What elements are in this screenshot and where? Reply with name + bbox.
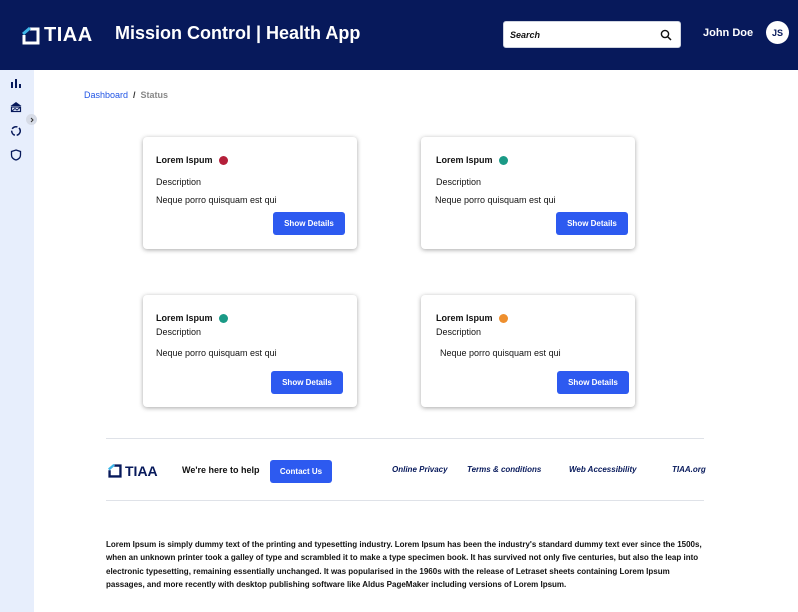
app-title: Mission Control | Health App [115, 23, 361, 43]
show-details-button[interactable]: Show Details [557, 371, 629, 394]
top-header: TIAA Mission Control | Health App John D… [0, 0, 798, 70]
card-description: Description [436, 327, 482, 337]
status-dot-icon [218, 155, 228, 165]
avatar[interactable]: JS [766, 21, 789, 44]
card-body: Neque porro quisquam est qui [156, 348, 277, 358]
status-dot-icon [218, 313, 228, 323]
status-dot-icon [498, 313, 508, 323]
footer-link-terms[interactable]: Terms & conditions [467, 465, 541, 474]
card-title-text: Lorem Ispum [156, 313, 213, 323]
card-title: Lorem Ispum [436, 313, 508, 323]
card-title: Lorem Ispum [156, 155, 228, 165]
chevron-right-icon [30, 117, 34, 122]
status-card: Lorem Ispum Description Neque porro quis… [143, 295, 357, 407]
tiaa-logo-icon [108, 464, 122, 478]
card-description: Description [156, 177, 202, 187]
show-details-button[interactable]: Show Details [271, 371, 343, 394]
footer-logo-text: TIAA [125, 463, 158, 479]
footer-paragraph: Lorem Ipsum is simply dummy text of the … [106, 540, 702, 589]
breadcrumb: Dashboard / Status [84, 90, 168, 100]
user-name[interactable]: John Doe [703, 27, 753, 39]
logo-text: TIAA [44, 24, 93, 46]
tiaa-logo[interactable]: TIAA [22, 24, 93, 47]
search-input[interactable] [504, 22, 654, 47]
status-card: Lorem Ispum Description Neque porro quis… [421, 295, 635, 407]
status-dot-icon [498, 155, 508, 165]
footer-link-web-accessibility[interactable]: Web Accessibility [569, 465, 637, 474]
shield-icon[interactable] [10, 149, 22, 161]
breadcrumb-dashboard[interactable]: Dashboard [84, 90, 128, 100]
card-title-text: Lorem Ispum [436, 313, 493, 323]
card-body: Neque porro quisquam est qui [440, 348, 561, 358]
footer-divider-bottom [106, 500, 704, 501]
card-title-text: Lorem Ispum [156, 155, 213, 165]
show-details-button[interactable]: Show Details [556, 212, 628, 235]
sidebar-collapse-button[interactable] [26, 114, 37, 125]
footer-link-online-privacy[interactable]: Online Privacy [392, 465, 448, 474]
card-description: Description [156, 327, 202, 337]
circle-progress-icon[interactable] [10, 125, 22, 137]
status-card: Lorem Ispum Description Neque porro quis… [143, 137, 357, 249]
card-body: Neque porro quisquam est qui [435, 195, 556, 205]
search-box[interactable] [503, 21, 681, 48]
card-title-text: Lorem Ispum [436, 155, 493, 165]
card-description: Description [436, 177, 482, 187]
breadcrumb-status: Status [140, 90, 169, 100]
status-card: Lorem Ispum Description Neque porro quis… [421, 137, 635, 249]
contact-us-button[interactable]: Contact Us [270, 460, 332, 483]
card-title: Lorem Ispum [436, 155, 508, 165]
sidebar [0, 70, 34, 612]
help-text: We're here to help [182, 465, 260, 475]
footer-divider-top [106, 438, 704, 439]
footer-link-tiaa-org[interactable]: TIAA.org [672, 465, 706, 474]
card-body: Neque porro quisquam est qui [156, 195, 277, 205]
bar-chart-icon[interactable] [10, 77, 22, 89]
card-title: Lorem Ispum [156, 313, 228, 323]
breadcrumb-separator: / [133, 90, 136, 100]
search-icon[interactable] [660, 29, 672, 41]
show-details-button[interactable]: Show Details [273, 212, 345, 235]
bank-icon[interactable] [10, 101, 22, 113]
footer-logo[interactable]: TIAA [108, 463, 158, 479]
tiaa-logo-icon [22, 26, 40, 44]
